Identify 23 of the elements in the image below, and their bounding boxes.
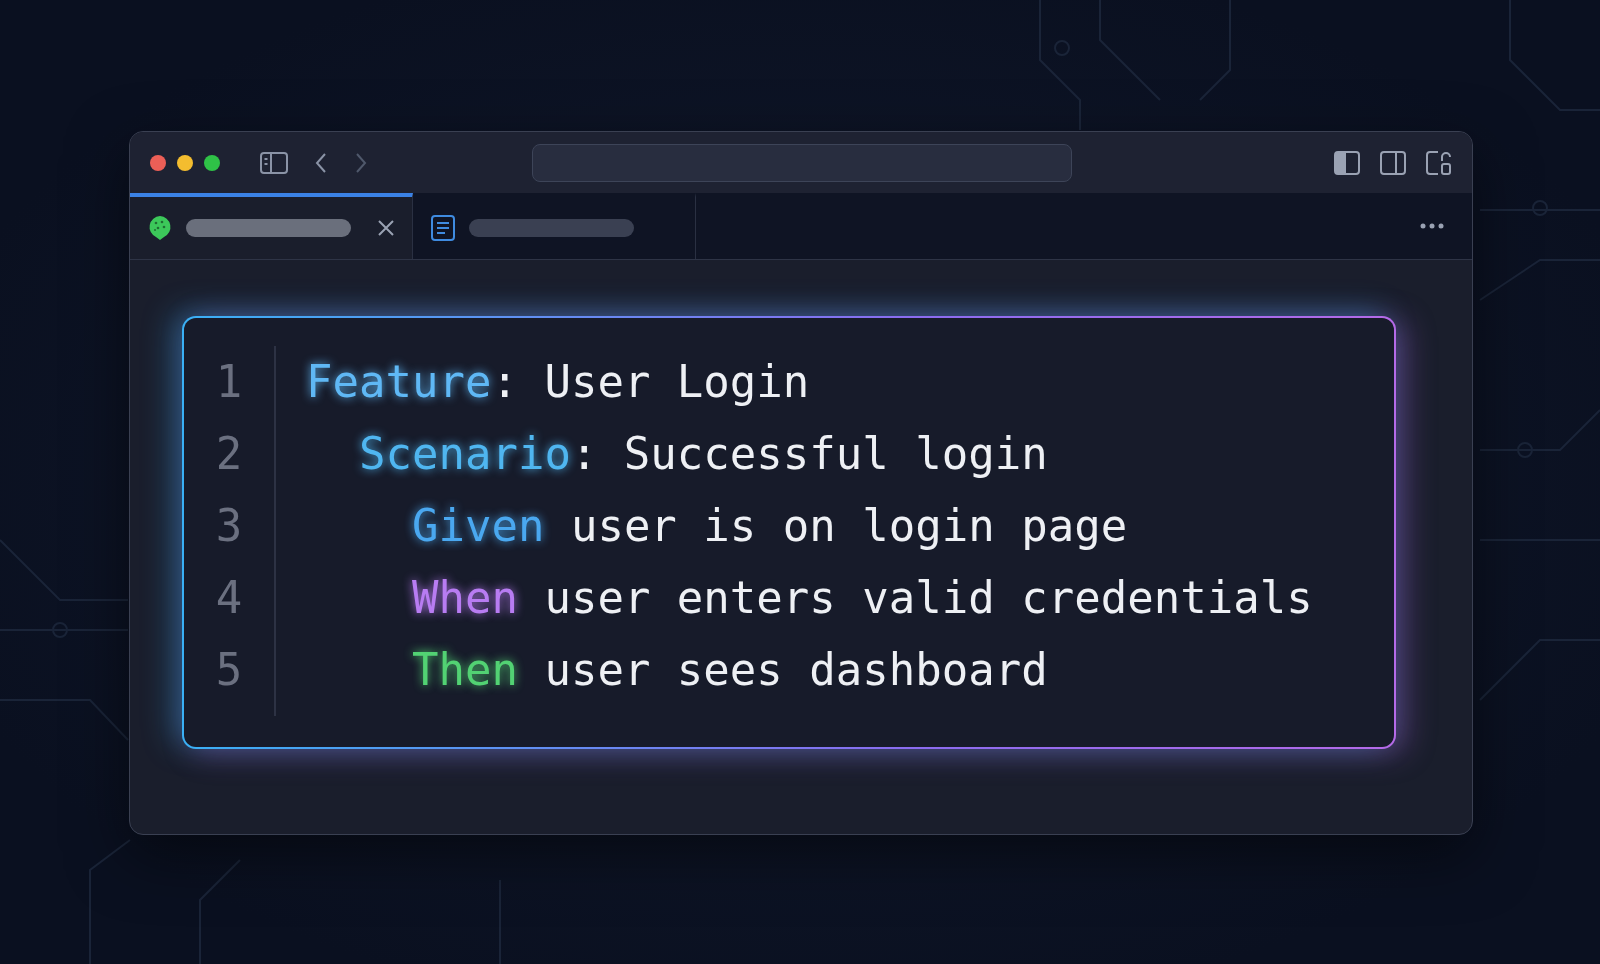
code-line: Given user is on login page — [410, 499, 1129, 553]
line-number: 2 — [215, 427, 243, 481]
line-number: 3 — [215, 499, 243, 553]
code-line: Scenario: Successful login — [357, 427, 1049, 481]
document-icon — [431, 215, 455, 241]
code-line: When user enters valid credentials — [410, 571, 1313, 625]
layout-icon[interactable] — [1426, 150, 1452, 175]
line-number: 5 — [215, 643, 243, 697]
code-line: Feature: User Login — [306, 355, 811, 409]
window-control-dot[interactable] — [177, 154, 193, 171]
sidebar-icon[interactable] — [260, 151, 288, 174]
line-number: 4 — [215, 571, 243, 625]
code-line: Then user sees dashboard — [410, 643, 1049, 697]
split-view-icon[interactable] — [1380, 150, 1406, 175]
window-control-dot[interactable] — [150, 154, 166, 171]
back-icon[interactable] — [314, 151, 328, 174]
cucumber-icon — [148, 215, 172, 241]
window-control-dot[interactable] — [204, 154, 220, 171]
left-panel-icon[interactable] — [1334, 150, 1360, 175]
more-icon[interactable] — [1420, 223, 1444, 229]
line-number: 1 — [215, 355, 243, 409]
tab[interactable] — [130, 193, 413, 259]
close-icon[interactable] — [378, 220, 394, 236]
